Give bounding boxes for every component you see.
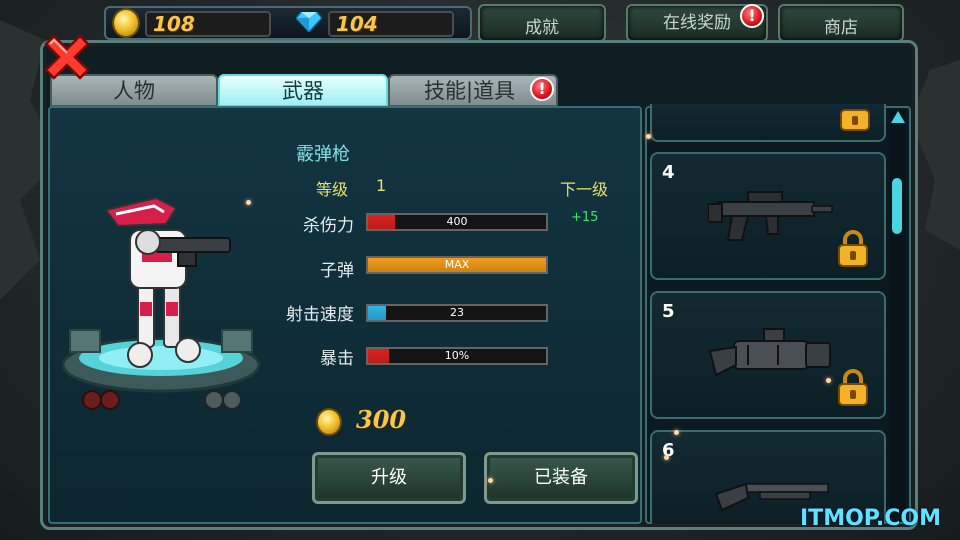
sparkle — [246, 200, 251, 205]
slot-number: 5 — [662, 301, 675, 322]
scroll-up-icon[interactable] — [890, 110, 906, 124]
sparkle — [826, 378, 831, 383]
sparkle — [664, 455, 669, 460]
next-level-label: 下一级 — [560, 180, 609, 199]
stat-label-fire-rate: 射击速度 — [286, 305, 354, 325]
weapon-list-scrollbar[interactable] — [890, 110, 906, 518]
coin-icon — [112, 8, 140, 38]
stat-label-crit: 暴击 — [320, 349, 354, 369]
upgrade-cost: 300 — [356, 405, 407, 434]
achievements-label: 成就 — [525, 18, 559, 38]
stat-bonus-damage: +15 — [571, 210, 599, 225]
stat-value-ammo: MAX — [444, 258, 470, 271]
watermark-text: ITMOP.COM — [800, 506, 941, 531]
upgrade-button-label: 升级 — [371, 467, 407, 488]
online-reward-label: 在线奖励 — [663, 13, 731, 33]
equipped-button-label: 已装备 — [534, 467, 588, 488]
level-value: 1 — [376, 176, 387, 195]
slot-number: 4 — [662, 162, 675, 183]
lock-icon — [838, 369, 868, 406]
stat-value-fire-rate: 23 — [450, 306, 464, 319]
weapon-slot[interactable]: 5 — [650, 291, 886, 419]
tab-weapon[interactable]: 武器 — [218, 74, 388, 107]
shop-label: 商店 — [824, 18, 858, 38]
rocket-cannon-icon — [708, 328, 831, 377]
sparkle — [488, 478, 493, 483]
tab-character-label: 人物 — [113, 79, 155, 103]
close-icon[interactable] — [40, 30, 94, 84]
tab-weapon-label: 武器 — [282, 79, 324, 103]
online-reward-alert-icon: ! — [740, 4, 764, 28]
gem-count: 104 — [328, 11, 454, 37]
mech-character-image — [61, 196, 261, 410]
sparkle — [646, 134, 651, 139]
equipped-button[interactable]: 已装备 — [484, 452, 638, 504]
stat-label-damage: 杀伤力 — [303, 216, 354, 236]
scrollbar-thumb[interactable] — [892, 178, 902, 234]
sparkle — [674, 430, 679, 435]
shop-button[interactable]: 商店 — [778, 4, 904, 42]
stat-value-damage: 400 — [446, 215, 468, 228]
stat-value-crit: 10% — [444, 349, 470, 362]
stat-bar-crit: 10% — [366, 347, 548, 365]
weapon-name: 霰弹枪 — [296, 144, 350, 165]
upgrade-button[interactable]: 升级 — [312, 452, 466, 504]
game-screen: 108 104 成就 在线奖励 ! 商店 人物 武器 技能|道具 ! 霰弹枪 等… — [0, 0, 960, 540]
assault-rifle-icon — [708, 191, 833, 241]
lock-icon — [840, 109, 870, 131]
price-coin-icon — [316, 408, 342, 436]
weapon-slot-partial[interactable] — [650, 104, 886, 142]
weapon-slot[interactable]: 4 — [650, 152, 886, 280]
gem-icon — [296, 12, 322, 32]
lock-icon — [838, 230, 868, 267]
stat-label-ammo: 子弹 — [320, 261, 354, 281]
stat-bar-damage: 400 — [366, 213, 548, 231]
stat-bar-ammo: MAX — [366, 256, 548, 274]
achievements-button[interactable]: 成就 — [478, 4, 606, 42]
coin-count: 108 — [145, 11, 271, 37]
level-label: 等级 — [316, 180, 349, 199]
stat-bar-fire-rate: 23 — [366, 304, 548, 322]
skills-alert-icon: ! — [530, 77, 554, 101]
tab-skills-items-label: 技能|道具 — [424, 79, 516, 103]
